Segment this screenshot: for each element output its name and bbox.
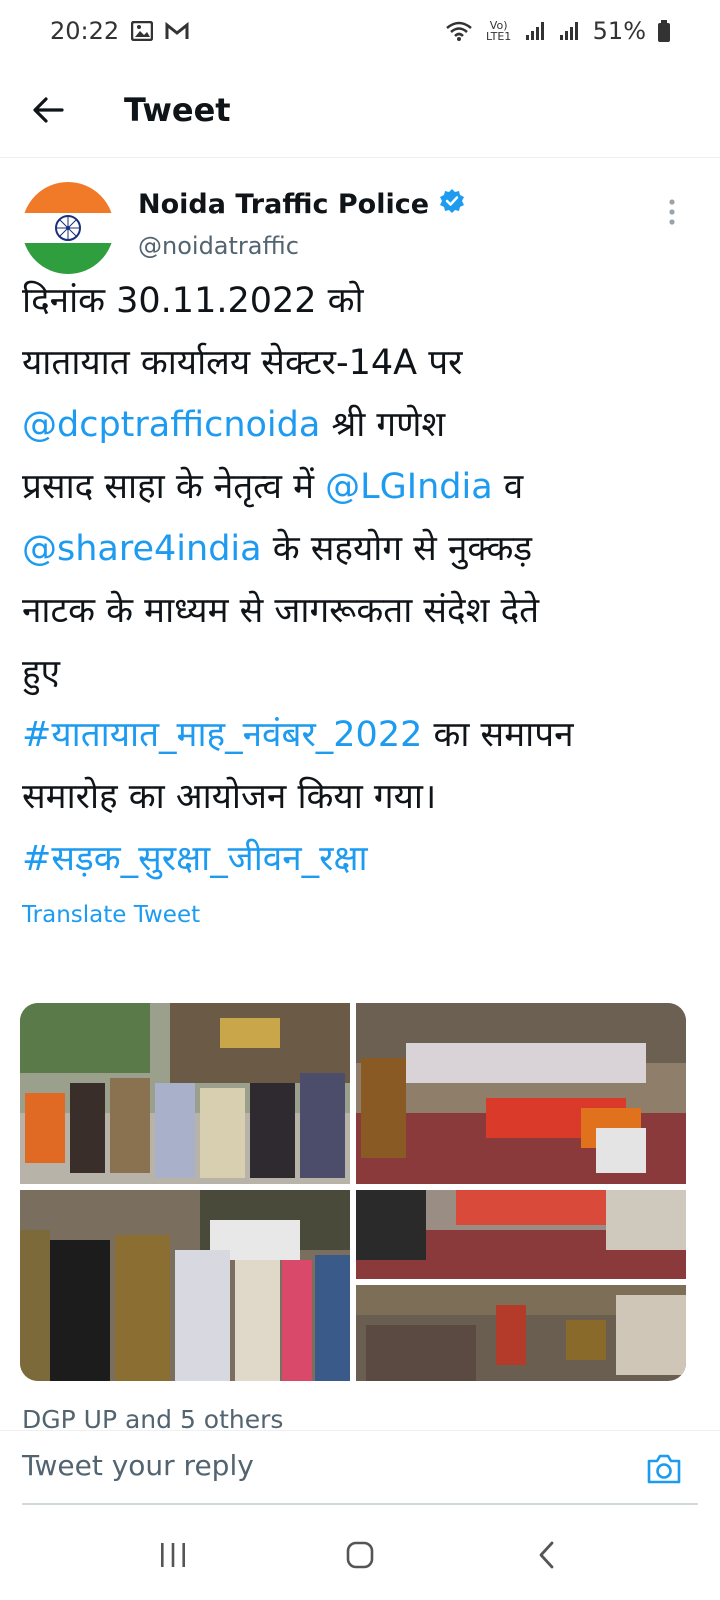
page-title: Tweet bbox=[124, 90, 231, 129]
author-name: Noida Traffic Police bbox=[138, 189, 430, 220]
recent-apps-button[interactable] bbox=[143, 1525, 203, 1585]
media-photo-stage[interactable] bbox=[356, 1003, 686, 1184]
wifi-icon bbox=[445, 20, 473, 42]
home-icon bbox=[346, 1541, 374, 1569]
back-button[interactable] bbox=[20, 82, 76, 138]
reply-underline bbox=[22, 1503, 698, 1505]
back-arrow-icon bbox=[33, 96, 64, 123]
verified-badge-icon bbox=[439, 188, 465, 221]
tweet-author-block: Noida Traffic Police @noidatraffic bbox=[0, 178, 720, 274]
media-photo-award[interactable] bbox=[20, 1190, 350, 1381]
battery-icon bbox=[658, 20, 670, 42]
status-bar: 20:22 Vo) LTE1 51% bbox=[0, 0, 720, 62]
tweet-text-line: यातायात कार्यालय सेक्टर-14A पर bbox=[22, 343, 463, 383]
translate-tweet-link[interactable]: Translate Tweet bbox=[22, 902, 200, 928]
chevron-left-icon bbox=[539, 1541, 554, 1569]
camera-icon bbox=[647, 1454, 681, 1484]
system-back-button[interactable] bbox=[517, 1525, 577, 1585]
signal-icon bbox=[559, 21, 581, 41]
tweet-text-line: श्री गणेश bbox=[320, 405, 446, 445]
avatar[interactable] bbox=[22, 182, 114, 274]
tweet-text: दिनांक 30.11.2022 को यातायात कार्यालय से… bbox=[22, 270, 702, 890]
media-photo-audience[interactable] bbox=[356, 1285, 686, 1381]
media-grid bbox=[20, 1003, 686, 1381]
home-button[interactable] bbox=[330, 1525, 390, 1585]
tweet-text-line: के सहयोग से नुक्कड़ bbox=[261, 529, 533, 569]
author-name-row[interactable]: Noida Traffic Police bbox=[138, 188, 465, 221]
hashtag-link-traffic-month[interactable]: #यातायात_माह_नवंबर_2022 bbox=[22, 715, 422, 755]
tweet-text-line: दिनांक 30.11.2022 को bbox=[22, 281, 364, 321]
media-photo-group[interactable] bbox=[20, 1003, 350, 1184]
volte-icon: Vo) LTE1 bbox=[486, 19, 512, 43]
app-header: Tweet bbox=[0, 62, 720, 158]
system-nav-bar bbox=[0, 1510, 720, 1600]
hashtag-link-road-safety[interactable]: #सड़क_सुरक्षा_जीवन_रक्षा bbox=[22, 839, 368, 879]
camera-button[interactable] bbox=[640, 1445, 688, 1493]
tweet-text-line: हुए bbox=[22, 653, 60, 693]
tweet-text-line: समारोह का आयोजन किया गया। bbox=[22, 777, 437, 817]
signal-icon bbox=[525, 21, 547, 41]
tweet-text-line: प्रसाद साहा के नेतृत्व में bbox=[22, 467, 326, 507]
more-options-button[interactable] bbox=[652, 192, 692, 232]
status-time: 20:22 bbox=[50, 17, 120, 45]
tweet-text-line: नाटक के माध्यम से जागरूकता संदेश देते bbox=[22, 591, 540, 631]
gmail-icon bbox=[165, 22, 189, 40]
media-photo-tables[interactable] bbox=[356, 1190, 686, 1279]
gallery-icon bbox=[131, 21, 154, 41]
tweet-text-line: का समापन bbox=[422, 715, 574, 755]
reply-input[interactable]: Tweet your reply bbox=[22, 1449, 254, 1482]
reply-bar: Tweet your reply bbox=[0, 1430, 720, 1510]
mention-link-share4india[interactable]: @share4india bbox=[22, 529, 262, 569]
mention-link-lgindia[interactable]: @LGIndia bbox=[325, 467, 493, 507]
tweet-text-line: व bbox=[492, 467, 524, 507]
author-handle[interactable]: @noidatraffic bbox=[138, 232, 299, 260]
more-vertical-icon bbox=[669, 199, 675, 225]
battery-percent: 51% bbox=[592, 17, 646, 45]
mention-link-dcptrafficnoida[interactable]: @dcptrafficnoida bbox=[22, 405, 320, 445]
engagement-summary[interactable]: DGP UP and 5 others bbox=[22, 1405, 283, 1433]
recent-apps-icon bbox=[161, 1543, 186, 1567]
